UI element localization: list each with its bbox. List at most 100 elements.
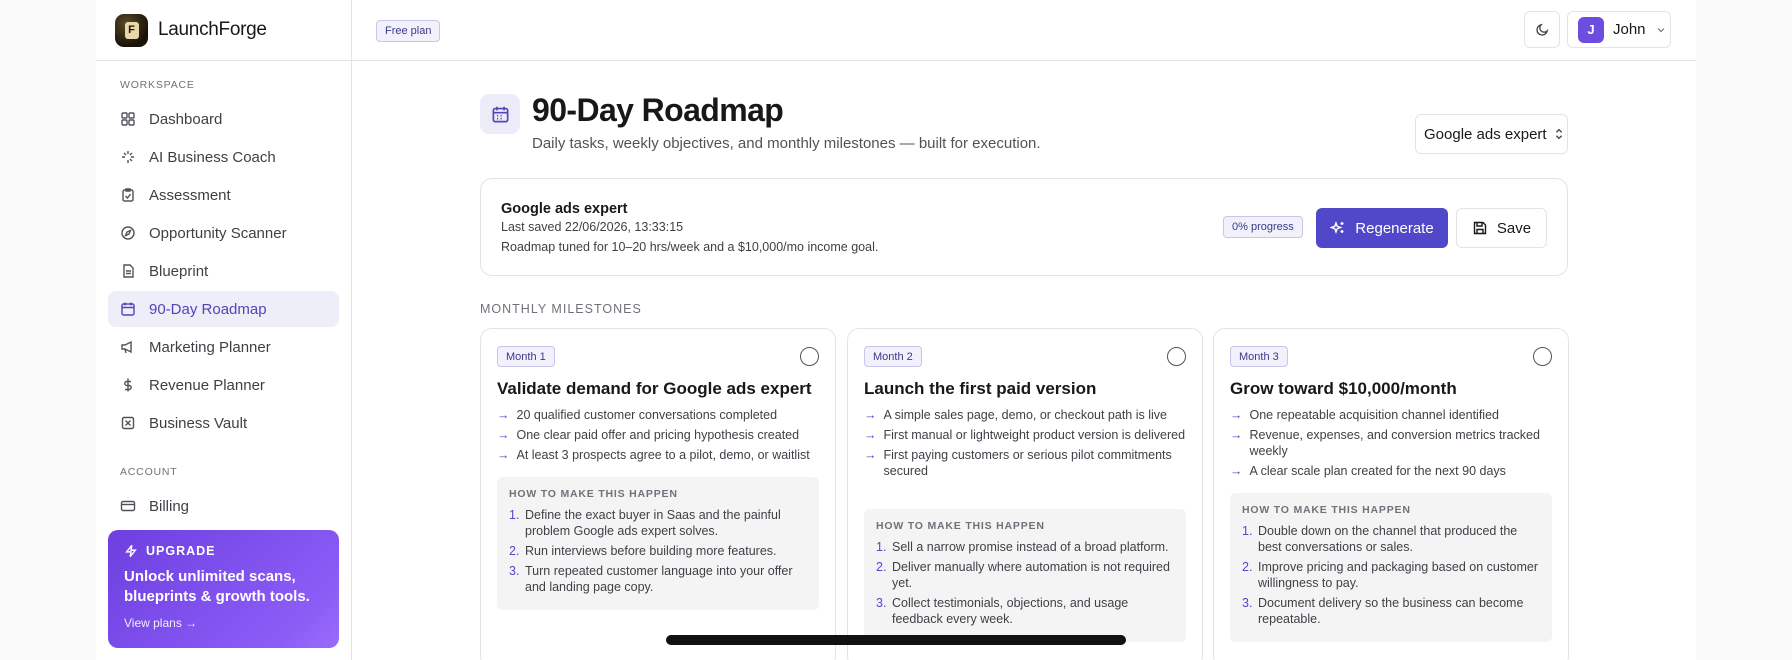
list-item: → First manual or lightweight product ver… bbox=[864, 428, 1186, 442]
roadmap-note: Roadmap tuned for 10–20 hrs/week and a $… bbox=[501, 240, 879, 254]
user-menu-button[interactable]: J John bbox=[1567, 11, 1671, 48]
credit-card-icon bbox=[120, 500, 136, 512]
month-badge: Month 3 bbox=[1230, 346, 1288, 367]
list-item: 3. Document delivery so the business can … bbox=[1242, 596, 1524, 626]
arrow-right-icon: → bbox=[497, 408, 510, 422]
view-plans-link[interactable]: View plans → bbox=[124, 616, 323, 630]
workspace-label: WORKSPACE bbox=[120, 79, 195, 91]
complete-toggle[interactable] bbox=[800, 347, 819, 366]
sidebar-item-label: Assessment bbox=[149, 186, 231, 204]
list-item: → 20 qualified customer conversations com… bbox=[497, 408, 778, 422]
sidebar-item-dashboard[interactable]: Dashboard bbox=[108, 101, 339, 137]
brand-logo: F bbox=[115, 13, 148, 47]
sparkle-brain-icon bbox=[122, 151, 134, 163]
list-item: 1. Define the exact buyer in Saas and the… bbox=[509, 508, 781, 538]
calendar-icon bbox=[492, 106, 508, 122]
sidebar-item-label: Billing bbox=[149, 497, 190, 515]
list-item: 3. Turn repeated customer language into y… bbox=[509, 564, 793, 594]
sidebar-item-marketing-planner[interactable]: Marketing Planner bbox=[108, 329, 339, 365]
arrow-right-icon: → bbox=[497, 428, 510, 442]
sidebar-item-billing[interactable]: Billing bbox=[108, 488, 339, 524]
upgrade-tag: UPGRADE bbox=[124, 544, 323, 558]
sidebar-item-business-vault[interactable]: Business Vault bbox=[108, 405, 339, 441]
month-badge: Month 1 bbox=[497, 346, 555, 367]
sidebar: F LaunchForge WORKSPACE Dashboard AI Bus… bbox=[96, 0, 352, 660]
brand[interactable]: F LaunchForge bbox=[96, 0, 351, 61]
arrow-right-icon: → bbox=[864, 448, 877, 462]
calendar-icon bbox=[121, 302, 135, 316]
arrow-right-icon: → bbox=[497, 448, 510, 462]
month-card-3: Month 3 Grow toward $10,000/month → One r… bbox=[1213, 328, 1569, 660]
dollar-icon bbox=[124, 378, 132, 392]
brand-name: LaunchForge bbox=[158, 19, 267, 40]
sparkles-icon bbox=[1330, 220, 1344, 235]
roadmap-info-card: Google ads expert Last saved 22/06/2026,… bbox=[480, 178, 1568, 276]
list-item: 1. Double down on the channel that produc… bbox=[1242, 524, 1518, 554]
how-to-heading: HOW TO MAKE THIS HAPPEN bbox=[1242, 504, 1411, 516]
list-item: → One clear paid offer and pricing hypoth… bbox=[497, 428, 800, 442]
month-card-2: Month 2 Launch the first paid version → A… bbox=[847, 328, 1203, 660]
arrow-right-icon: → bbox=[1230, 464, 1243, 478]
list-item: 2. Run interviews before building more fe… bbox=[509, 544, 777, 558]
sidebar-item-label: Revenue Planner bbox=[149, 376, 265, 394]
list-item: 2. Improve pricing and packaging based on… bbox=[1242, 560, 1539, 590]
list-item: → First paying customers or serious pilot… bbox=[864, 448, 1172, 478]
save-button[interactable]: Save bbox=[1456, 208, 1547, 248]
how-to-panel: HOW TO MAKE THIS HAPPEN 1. Double down on… bbox=[1230, 493, 1552, 642]
list-item: 1. Sell a narrow promise instead of a bro… bbox=[876, 540, 1169, 554]
page-margin-right bbox=[1696, 0, 1792, 660]
sidebar-item-label: Dashboard bbox=[149, 110, 223, 128]
floppy-disk-icon bbox=[1473, 221, 1487, 235]
monthly-milestones-label: MONTHLY MILESTONES bbox=[480, 302, 642, 316]
goal-list: → A simple sales page, demo, or checkout … bbox=[864, 407, 1188, 483]
list-item: 3. Collect testimonials, objections, and … bbox=[876, 596, 1129, 626]
progress-badge: 0% progress bbox=[1223, 216, 1303, 238]
sidebar-item-revenue-planner[interactable]: Revenue Planner bbox=[108, 367, 339, 403]
list-item: → A clear scale plan created for the next… bbox=[1230, 464, 1506, 478]
avatar: J bbox=[1578, 16, 1604, 43]
arrow-right-icon: → bbox=[1230, 408, 1243, 422]
roadmap-selector[interactable]: Google ads expert bbox=[1415, 114, 1568, 154]
horizontal-scrollbar[interactable] bbox=[666, 635, 1126, 645]
sidebar-item-90-day-roadmap[interactable]: 90-Day Roadmap bbox=[108, 291, 339, 327]
account-label: ACCOUNT bbox=[120, 466, 178, 478]
megaphone-icon bbox=[121, 340, 132, 354]
page-subtitle: Daily tasks, weekly objectives, and mont… bbox=[532, 135, 1041, 152]
roadmap-title: Google ads expert bbox=[501, 201, 628, 217]
moon-icon bbox=[1535, 23, 1548, 36]
sidebar-item-label: Marketing Planner bbox=[149, 338, 271, 356]
sidebar-item-label: Opportunity Scanner bbox=[149, 224, 287, 242]
month-title: Launch the first paid version bbox=[864, 379, 1097, 398]
sidebar-item-opportunity-scanner[interactable]: Opportunity Scanner bbox=[108, 215, 339, 251]
grid-icon bbox=[121, 112, 135, 126]
upgrade-text: Unlock unlimited scans, blueprints & gro… bbox=[124, 568, 310, 605]
complete-toggle[interactable] bbox=[1167, 347, 1186, 366]
month-title: Validate demand for Google ads expert bbox=[497, 379, 812, 398]
arrow-right-icon: → bbox=[1230, 428, 1243, 442]
complete-toggle[interactable] bbox=[1533, 347, 1552, 366]
arrow-right-icon: → bbox=[864, 408, 877, 422]
plan-badge: Free plan bbox=[376, 20, 441, 42]
clipboard-check-icon bbox=[122, 188, 134, 202]
goal-list: → 20 qualified customer conversations com… bbox=[497, 407, 821, 467]
theme-toggle-button[interactable] bbox=[1524, 11, 1560, 48]
page-title: 90-Day Roadmap bbox=[532, 92, 784, 128]
sidebar-item-ai-business-coach[interactable]: AI Business Coach bbox=[108, 139, 339, 175]
month-card-1: Month 1 Validate demand for Google ads e… bbox=[480, 328, 836, 660]
sidebar-item-blueprint[interactable]: Blueprint bbox=[108, 253, 339, 289]
sidebar-item-assessment[interactable]: Assessment bbox=[108, 177, 339, 213]
user-name: John bbox=[1613, 21, 1646, 38]
how-to-heading: HOW TO MAKE THIS HAPPEN bbox=[509, 488, 678, 500]
arrow-right-icon: → bbox=[864, 428, 877, 442]
last-saved: Last saved 22/06/2026, 13:33:15 bbox=[501, 220, 684, 234]
compass-icon bbox=[121, 226, 135, 240]
chevron-down-icon bbox=[1657, 27, 1664, 32]
page-icon bbox=[480, 94, 520, 134]
list-item: → A simple sales page, demo, or checkout … bbox=[864, 408, 1167, 422]
upgrade-card[interactable]: UPGRADE Unlock unlimited scans, blueprin… bbox=[108, 530, 339, 648]
page-margin-left bbox=[0, 0, 96, 660]
regenerate-button[interactable]: Regenerate bbox=[1316, 208, 1448, 248]
chevron-up-down-icon bbox=[1555, 128, 1562, 140]
list-item: 2. Deliver manually where automation is n… bbox=[876, 560, 1170, 590]
sidebar-item-label: Business Vault bbox=[149, 414, 248, 432]
